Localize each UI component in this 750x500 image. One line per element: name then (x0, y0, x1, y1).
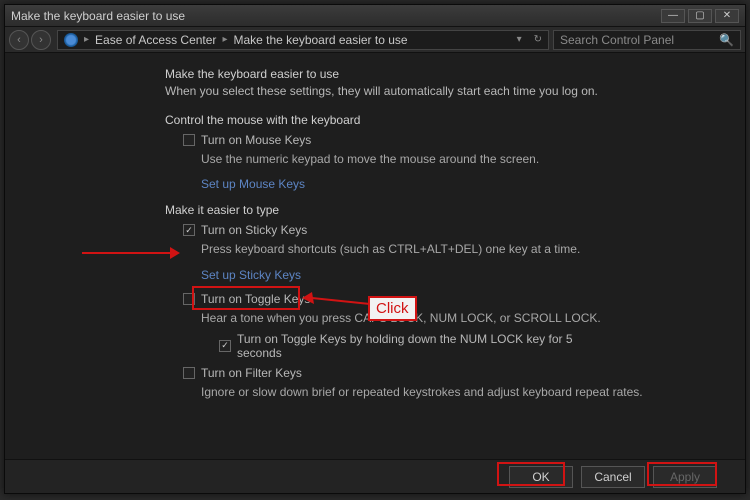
back-button[interactable]: ‹ (9, 30, 29, 50)
mouse-keys-label: Turn on Mouse Keys (201, 133, 311, 147)
mouse-keys-desc: Use the numeric keypad to move the mouse… (201, 151, 727, 167)
sticky-keys-checkbox[interactable]: ✓ (183, 224, 195, 236)
section-type: Make it easier to type ✓ Turn on Sticky … (165, 203, 727, 400)
chevron-right-icon: ▸ (84, 34, 89, 45)
titlebar: Make the keyboard easier to use — ▢ ✕ (5, 5, 745, 27)
sticky-keys-label: Turn on Sticky Keys (201, 223, 307, 237)
content-pane: Make the keyboard easier to use When you… (5, 53, 745, 459)
search-input[interactable]: Search Control Panel 🔍 (553, 30, 741, 50)
filter-keys-desc: Ignore or slow down brief or repeated ke… (201, 384, 727, 400)
window-title: Make the keyboard easier to use (11, 9, 658, 23)
close-button[interactable]: ✕ (715, 9, 739, 23)
page-heading: Make the keyboard easier to use (165, 67, 727, 81)
refresh-icon[interactable]: ↻ (534, 34, 542, 45)
breadcrumb-item[interactable]: Ease of Access Center (95, 33, 216, 47)
page-intro: When you select these settings, they wil… (165, 83, 727, 99)
toggle-keys-numlock-checkbox[interactable]: ✓ (219, 340, 231, 352)
chevron-down-icon[interactable]: ▾ (517, 34, 522, 45)
section-title: Make it easier to type (165, 203, 727, 217)
setup-mouse-keys-link[interactable]: Set up Mouse Keys (201, 177, 305, 191)
cancel-button[interactable]: Cancel (581, 466, 645, 488)
section-mouse: Control the mouse with the keyboard Turn… (165, 113, 727, 191)
address-bar: ‹ › ▸ Ease of Access Center ▸ Make the k… (5, 27, 745, 53)
chevron-right-icon: ▸ (222, 34, 227, 45)
minimize-button[interactable]: — (661, 9, 685, 23)
toggle-keys-desc: Hear a tone when you press CAPS LOCK, NU… (201, 310, 727, 326)
forward-button[interactable]: › (31, 30, 51, 50)
toggle-keys-checkbox[interactable] (183, 293, 195, 305)
filter-keys-label: Turn on Filter Keys (201, 366, 302, 380)
apply-button[interactable]: Apply (653, 466, 717, 488)
breadcrumb[interactable]: ▸ Ease of Access Center ▸ Make the keybo… (57, 30, 549, 50)
filter-keys-checkbox[interactable] (183, 367, 195, 379)
mouse-keys-checkbox[interactable] (183, 134, 195, 146)
section-title: Control the mouse with the keyboard (165, 113, 727, 127)
toggle-keys-label: Turn on Toggle Keys (201, 292, 310, 306)
toggle-keys-numlock-label: Turn on Toggle Keys by holding down the … (237, 332, 617, 360)
search-icon: 🔍 (719, 33, 734, 47)
dialog-footer: OK Cancel Apply (5, 459, 745, 493)
ok-button[interactable]: OK (509, 466, 573, 488)
setup-sticky-keys-link[interactable]: Set up Sticky Keys (201, 268, 301, 282)
search-placeholder: Search Control Panel (560, 33, 674, 47)
maximize-button[interactable]: ▢ (688, 9, 712, 23)
control-panel-icon (64, 33, 78, 47)
sticky-keys-desc: Press keyboard shortcuts (such as CTRL+A… (201, 241, 727, 257)
control-panel-window: Make the keyboard easier to use — ▢ ✕ ‹ … (4, 4, 746, 494)
breadcrumb-item[interactable]: Make the keyboard easier to use (233, 33, 407, 47)
